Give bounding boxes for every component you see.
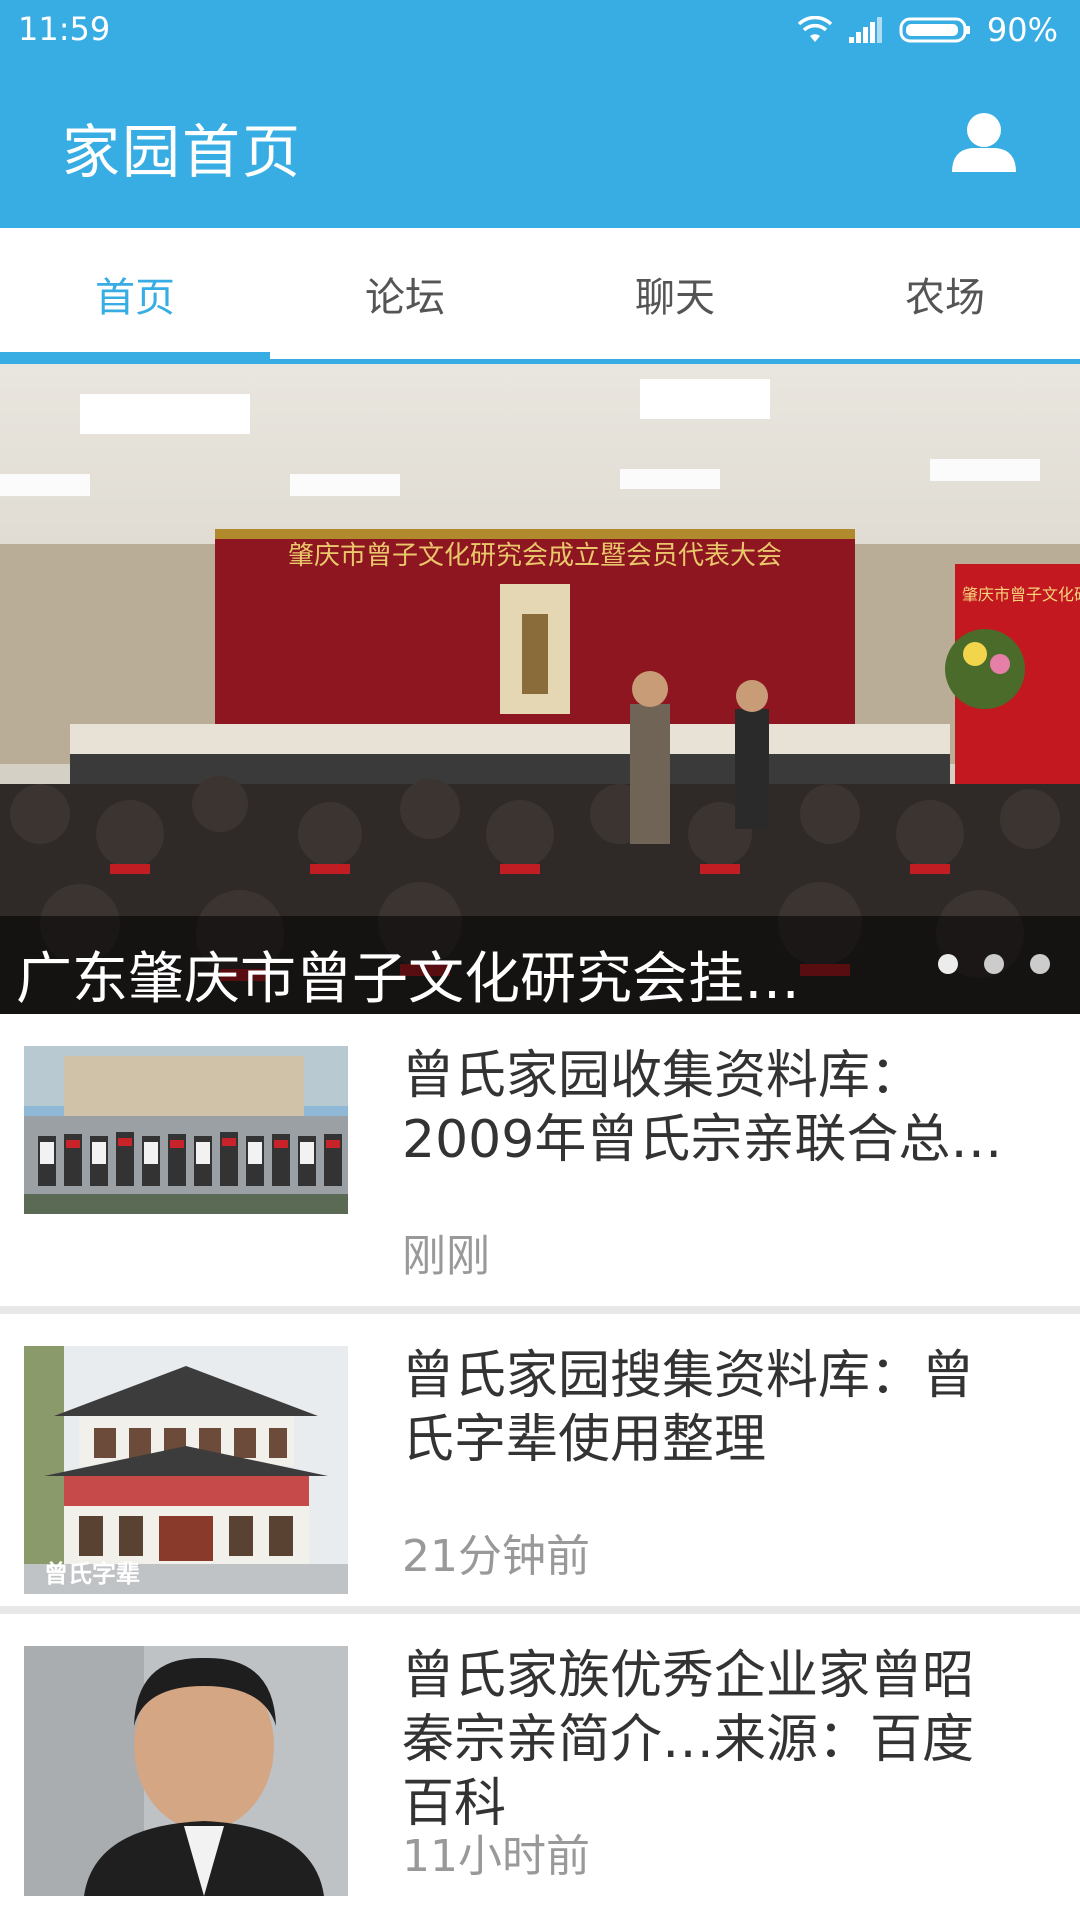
- news-thumbnail: [24, 1046, 348, 1214]
- carousel-dot-2[interactable]: [984, 954, 1004, 974]
- carousel-dot-3[interactable]: [1030, 954, 1050, 974]
- wifi-icon: [797, 16, 833, 44]
- banner-carousel[interactable]: 肇庆市曾子文化研究会成立暨会员代表大会 肇庆市曾子文化研 广东肇庆市曾子文化研究…: [0, 364, 1080, 1014]
- news-time: 21分钟前: [402, 1531, 590, 1582]
- news-list: 曾氏家园收集资料库：2009年曾氏宗亲联合总… 刚刚 曾氏字辈 曾氏家园搜集资料…: [0, 1014, 1080, 1906]
- tab-home[interactable]: 首页: [0, 228, 270, 364]
- tab-chat[interactable]: 聊天: [540, 228, 810, 359]
- carousel-dot-1[interactable]: [938, 954, 958, 974]
- banner-side-text: 肇庆市曾子文化研: [962, 585, 1080, 604]
- banner-stage-text: 肇庆市曾子文化研究会成立暨会员代表大会: [288, 541, 782, 571]
- app-header: 11:59 90% 家园首页: [0, 0, 1080, 228]
- news-title: 曾氏家园搜集资料库：曾氏字辈使用整理: [402, 1346, 975, 1470]
- news-title: 曾氏家族优秀企业家曾昭秦宗亲简介…来源：百度百科: [402, 1646, 975, 1834]
- page-title: 家园首页: [62, 118, 303, 186]
- carousel-indicator: [938, 954, 1050, 974]
- news-item[interactable]: 曾氏家族优秀企业家曾昭秦宗亲简介…来源：百度百科 11小时前: [0, 1614, 1080, 1906]
- news-thumbnail: 曾氏字辈: [24, 1346, 348, 1594]
- battery-percent: 90%: [986, 11, 1058, 49]
- news-item[interactable]: 曾氏家园收集资料库：2009年曾氏宗亲联合总… 刚刚: [0, 1014, 1080, 1314]
- news-time: 11小时前: [402, 1831, 590, 1882]
- status-bar: 11:59 90%: [0, 0, 1080, 60]
- news-title: 曾氏家园收集资料库：2009年曾氏宗亲联合总…: [402, 1046, 1003, 1170]
- person-icon[interactable]: [950, 110, 1018, 178]
- signal-icon: [848, 17, 883, 43]
- news-item[interactable]: 曾氏字辈 曾氏家园搜集资料库：曾氏字辈使用整理 21分钟前: [0, 1314, 1080, 1614]
- news-time: 刚刚: [402, 1231, 490, 1282]
- tab-bar: 首页 论坛 聊天 农场: [0, 228, 1080, 364]
- status-time: 11:59: [18, 10, 111, 48]
- tab-farm[interactable]: 农场: [810, 228, 1080, 359]
- thumbnail-label: 曾氏字辈: [44, 1560, 140, 1588]
- banner-caption-bar: 广东肇庆市曾子文化研究会挂…: [0, 916, 1080, 1014]
- news-thumbnail: [24, 1646, 348, 1896]
- battery-icon: [899, 16, 971, 44]
- tab-forum[interactable]: 论坛: [270, 228, 540, 359]
- banner-caption: 广东肇庆市曾子文化研究会挂…: [16, 947, 800, 1012]
- status-icons: 90%: [797, 10, 1058, 50]
